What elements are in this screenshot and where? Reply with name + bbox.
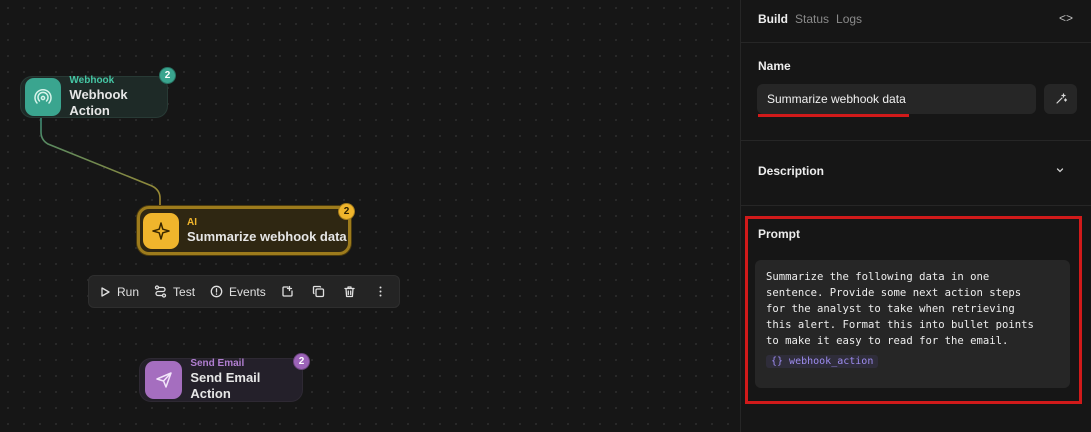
divider [741, 140, 1091, 141]
workflow-canvas[interactable]: Webhook Webhook Action 2 AI Summarize we… [0, 0, 740, 432]
send-icon [145, 361, 183, 399]
play-icon [101, 286, 110, 297]
node-type-label: AI [187, 216, 197, 228]
name-label: Name [758, 59, 791, 73]
panel-tabs: Build Status Logs [758, 12, 869, 26]
prompt-editor[interactable]: Summarize the following data in one sent… [755, 260, 1070, 388]
test-label: Test [173, 284, 196, 299]
node-count-badge: 2 [159, 67, 176, 84]
node-title: Webhook Action [69, 87, 128, 118]
node-type-label: Send Email [190, 358, 245, 369]
prompt-text: Summarize the following data in one sent… [766, 271, 1034, 347]
tab-logs[interactable]: Logs [836, 12, 862, 26]
node-count-badge: 2 [338, 203, 355, 220]
send-email-node[interactable]: Send Email Send Email Action 2 [139, 353, 310, 402]
run-button[interactable]: Run [99, 285, 139, 299]
trash-icon[interactable] [343, 285, 356, 298]
workflow-edges [40, 118, 161, 358]
run-label: Run [117, 284, 140, 299]
info-circle-icon [210, 285, 223, 298]
tab-status[interactable]: Status [795, 12, 829, 26]
webhook-node[interactable]: Webhook Webhook Action 2 [20, 67, 176, 118]
events-label: Events [229, 284, 266, 299]
prompt-label: Prompt [758, 227, 800, 241]
tab-build[interactable]: Build [758, 12, 788, 26]
node-count-badge: 2 [293, 353, 310, 370]
route-icon [154, 285, 167, 298]
app-root: Webhook Webhook Action 2 AI Summarize we… [0, 0, 1091, 432]
settings-panel: Build Status Logs <> Name Summarize webh… [740, 0, 1091, 432]
duplicate-icon[interactable] [312, 285, 325, 298]
node-title: Summarize webhook data [187, 228, 347, 244]
more-vertical-icon[interactable] [374, 285, 387, 298]
node-toolbar: Run Test Events [88, 275, 400, 308]
webhook-icon [25, 78, 62, 116]
magic-wand-icon [1055, 93, 1067, 104]
variable-chip[interactable]: {} webhook_action [766, 355, 879, 368]
highlight-underline [758, 114, 909, 117]
description-label: Description [758, 164, 825, 178]
export-icon[interactable] [281, 285, 294, 298]
code-view-icon[interactable]: <> [1059, 11, 1073, 25]
sparkle-icon [143, 212, 179, 249]
divider [741, 42, 1091, 43]
name-input[interactable]: Summarize webhook data [757, 84, 1036, 114]
edge-webhook-to-ai [40, 118, 161, 206]
magic-wand-button[interactable] [1044, 84, 1077, 114]
node-type-label: Webhook [69, 75, 115, 86]
divider [741, 205, 1091, 206]
chevron-down-icon[interactable] [1055, 162, 1065, 180]
events-button[interactable]: Events [210, 285, 266, 299]
node-title: Send Email Action [190, 370, 261, 401]
test-button[interactable]: Test [154, 285, 195, 299]
ai-node[interactable]: AI Summarize webhook data 2 [137, 203, 355, 255]
